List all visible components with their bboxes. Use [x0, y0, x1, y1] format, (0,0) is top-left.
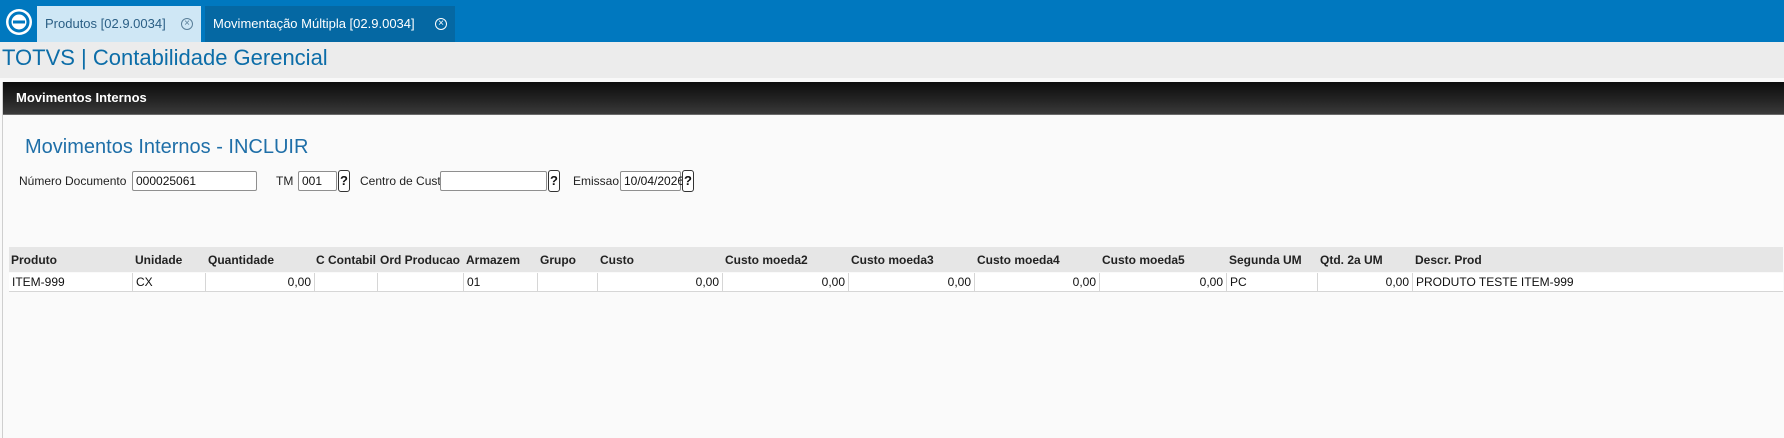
emissao-input[interactable]: 10/04/2026	[620, 171, 684, 191]
tm-help-button[interactable]: ?	[338, 170, 350, 192]
cell-segunda-um[interactable]: PC	[1227, 273, 1318, 291]
app-header: TOTVS | Contabilidade Gerencial	[0, 42, 1784, 78]
centro-custo-input[interactable]	[440, 171, 547, 191]
tm-input[interactable]: 001	[298, 171, 337, 191]
emissao-help-button[interactable]: ?	[682, 170, 694, 192]
cell-custo[interactable]: 0,00	[598, 273, 723, 291]
cell-unidade[interactable]: CX	[133, 273, 206, 291]
tab-label: Produtos [02.9.0034]	[45, 16, 166, 31]
cell-ord-producao[interactable]	[378, 273, 464, 291]
cell-armazem[interactable]: 01	[464, 273, 538, 291]
close-icon[interactable]: ×	[435, 18, 447, 30]
cell-produto[interactable]: ITEM-999	[9, 273, 133, 291]
cell-custo-moeda2[interactable]: 0,00	[723, 273, 849, 291]
column-header[interactable]: Custo moeda2	[725, 253, 808, 267]
panel-title: Movimentos Internos	[16, 90, 147, 105]
column-header[interactable]: Quantidade	[208, 253, 274, 267]
column-header[interactable]: Armazem	[466, 253, 520, 267]
totvs-logo-icon[interactable]	[6, 9, 32, 35]
column-header[interactable]: Unidade	[135, 253, 182, 267]
cell-descr-prod[interactable]: PRODUTO TESTE ITEM-999	[1413, 273, 1783, 291]
numero-documento-label: Número Documento	[19, 174, 127, 188]
column-header[interactable]: Grupo	[540, 253, 576, 267]
column-header[interactable]: Custo	[600, 253, 634, 267]
column-header[interactable]: Custo moeda3	[851, 253, 934, 267]
cell-c-contabil[interactable]	[315, 273, 378, 291]
table-row[interactable]: ITEM-999 CX 0,00 01 0,00 0,00 0,00 0,00 …	[9, 273, 1783, 292]
app-title: TOTVS | Contabilidade Gerencial	[2, 45, 328, 70]
tab-produtos[interactable]: Produtos [02.9.0034] ×	[37, 6, 201, 42]
column-header[interactable]: Custo moeda5	[1102, 253, 1185, 267]
numero-documento-input[interactable]: 000025061	[132, 171, 257, 191]
cell-qtd-2a-um[interactable]: 0,00	[1318, 273, 1413, 291]
column-header[interactable]: C Contabil	[316, 253, 376, 267]
cell-custo-moeda3[interactable]: 0,00	[849, 273, 975, 291]
tab-movimentacao-multipla[interactable]: Movimentação Múltipla [02.9.0034] ×	[205, 6, 455, 42]
column-header[interactable]: Produto	[11, 253, 57, 267]
centro-custo-help-button[interactable]: ?	[548, 170, 560, 192]
tab-bar: Produtos [02.9.0034] × Movimentação Múlt…	[0, 0, 1784, 42]
content-panel: Movimentos Internos Movimentos Internos …	[2, 82, 1784, 438]
centro-custo-label: Centro de Custo	[360, 174, 448, 188]
grid-header: Produto Unidade Quantidade C Contabil Or…	[9, 247, 1783, 272]
cell-custo-moeda5[interactable]: 0,00	[1100, 273, 1227, 291]
column-header[interactable]: Descr. Prod	[1415, 253, 1482, 267]
tab-label: Movimentação Múltipla [02.9.0034]	[213, 16, 415, 31]
form-title: Movimentos Internos - INCLUIR	[25, 136, 309, 158]
tm-label: TM	[276, 174, 294, 188]
column-header[interactable]: Segunda UM	[1229, 253, 1302, 267]
emissao-label: Emissao	[573, 174, 620, 188]
cell-grupo[interactable]	[538, 273, 598, 291]
column-header[interactable]: Ord Producao	[380, 253, 460, 267]
column-header[interactable]: Qtd. 2a UM	[1320, 253, 1383, 267]
close-icon[interactable]: ×	[181, 18, 193, 30]
cell-custo-moeda4[interactable]: 0,00	[975, 273, 1100, 291]
cell-quantidade[interactable]: 0,00	[206, 273, 315, 291]
column-header[interactable]: Custo moeda4	[977, 253, 1060, 267]
panel-header: Movimentos Internos	[3, 82, 1784, 115]
